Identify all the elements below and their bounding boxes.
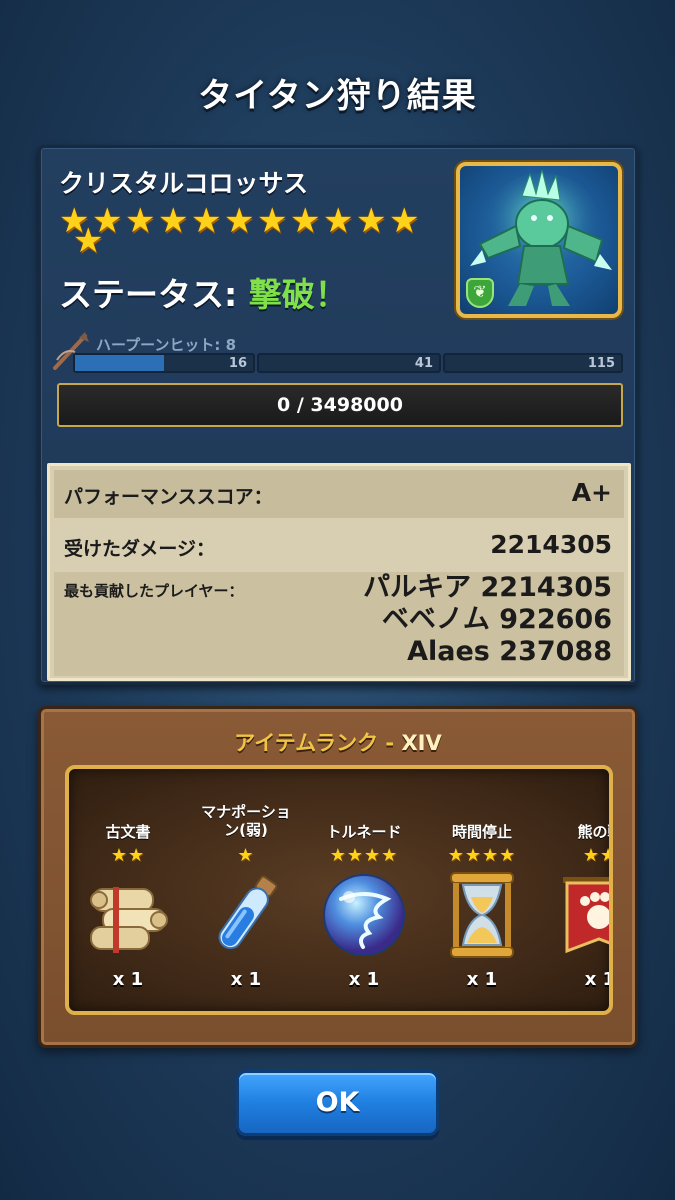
score-value: A+ bbox=[571, 478, 612, 507]
star-icon: ★ bbox=[257, 201, 288, 241]
item-stars: ★★★★ bbox=[329, 845, 399, 866]
reward-item[interactable]: 古文書 ★★ x 1 bbox=[69, 769, 187, 1011]
ok-button[interactable]: OK bbox=[236, 1070, 439, 1136]
harpoon-segment-fill bbox=[75, 355, 164, 371]
damage-value: 2214305 bbox=[490, 530, 612, 559]
titan-result-panel: クリスタルコロッサス ★ ★ ★ ★ ★ ★ ★ ★ ★ ★ ★ ★ ステータス… bbox=[38, 145, 638, 685]
harpoon-hits: ハープーンヒット: 8 bbox=[96, 336, 237, 354]
harpoon-segment: 41 bbox=[257, 353, 441, 373]
harpoon-threshold: 16 bbox=[228, 356, 247, 371]
item-stars: ★ bbox=[237, 845, 255, 866]
rewards-panel: アイテムランク - XIV 古文書 ★★ x 1 マナポーショ ン(弱) ★ x… bbox=[38, 706, 638, 1048]
titan-hp-bar: 0 / 3498000 bbox=[57, 383, 623, 427]
reward-item[interactable]: 熊の戦 ★★ x 1 bbox=[541, 769, 613, 1011]
item-quantity: x 1 bbox=[584, 969, 613, 990]
page-title: タイタン狩り結果 bbox=[198, 76, 477, 116]
item-name-line: マナポーショ bbox=[201, 803, 291, 821]
item-name: 時間停止 bbox=[451, 823, 512, 841]
score-label: パフォーマンススコア： bbox=[64, 486, 273, 508]
harpoon-segment: 16 bbox=[73, 353, 255, 373]
damage-row: 受けたダメージ： 2214305 bbox=[54, 522, 624, 570]
item-quantity: x 1 bbox=[112, 969, 144, 990]
top-players-row: 最も貢献したプレイヤー： パルキア 2214305 ベベノム 922606 Al… bbox=[54, 572, 624, 676]
item-stars: ★★★★ bbox=[447, 845, 517, 866]
item-name: マナポーショ ン(弱) bbox=[187, 803, 305, 839]
hourglass-icon bbox=[450, 872, 514, 958]
star-icon: ★ bbox=[125, 201, 156, 241]
top-players-label: 最も貢献したプレイヤー： bbox=[64, 582, 244, 600]
item-name: トルネード bbox=[326, 823, 402, 841]
top-player-entry: ベベノム 922606 bbox=[381, 604, 612, 635]
star-icon: ★ bbox=[224, 201, 255, 241]
potion-icon bbox=[218, 875, 278, 950]
item-name-line: ン(弱) bbox=[224, 821, 268, 839]
leaf-icon: ❦ bbox=[466, 278, 494, 308]
star-icon: ★ bbox=[290, 201, 321, 241]
item-stars: ★★ bbox=[110, 845, 146, 866]
item-stars: ★★ bbox=[582, 845, 609, 866]
star-icon: ★ bbox=[356, 201, 387, 241]
titan-portrait[interactable]: ❦ bbox=[456, 162, 622, 318]
titan-status: ステータス: 撃破！ bbox=[59, 268, 348, 316]
item-quantity: x 1 bbox=[348, 969, 380, 990]
status-label: ステータス: bbox=[59, 275, 238, 314]
harpoon-segment: 115 bbox=[443, 353, 623, 373]
top-players-list: パルキア 2214305 ベベノム 922606 Alaes 237088 bbox=[363, 572, 612, 668]
star-icon: ★ bbox=[323, 201, 354, 241]
tornado-orb-icon bbox=[323, 874, 405, 956]
harpoon-threshold: 115 bbox=[587, 356, 615, 371]
bear-banner-icon bbox=[563, 877, 609, 954]
damage-label: 受けたダメージ： bbox=[64, 538, 216, 560]
results-table: パフォーマンススコア： A+ 受けたダメージ： 2214305 最も貢献したプレ… bbox=[47, 463, 631, 681]
item-rank-title: アイテムランク - XIV bbox=[41, 727, 635, 757]
titan-stars: ★ ★ ★ ★ ★ ★ ★ ★ ★ ★ ★ ★ bbox=[59, 201, 420, 258]
item-rank-label: アイテムランク - bbox=[234, 731, 402, 755]
item-rank-value: XIV bbox=[401, 731, 442, 755]
star-icon: ★ bbox=[158, 201, 189, 241]
item-quantity: x 1 bbox=[230, 969, 262, 990]
top-player-entry: Alaes 237088 bbox=[407, 636, 612, 667]
reward-item[interactable]: マナポーショ ン(弱) ★ x 1 bbox=[187, 769, 305, 1011]
scroll-icon bbox=[90, 887, 168, 953]
top-player-entry: パルキア 2214305 bbox=[363, 572, 612, 603]
star-icon: ★ bbox=[389, 201, 420, 241]
item-quantity: x 1 bbox=[466, 969, 498, 990]
item-name: 熊の戦 bbox=[577, 823, 609, 841]
reward-item[interactable]: トルネード ★★★★ x 1 bbox=[305, 769, 423, 1011]
status-value: 撃破！ bbox=[248, 275, 348, 314]
star-icon: ★ bbox=[191, 201, 222, 241]
star-icon: ★ bbox=[73, 221, 104, 261]
titan-name: クリスタルコロッサス bbox=[59, 169, 309, 198]
score-row: パフォーマンススコア： A+ bbox=[54, 470, 624, 518]
reward-items-list[interactable]: 古文書 ★★ x 1 マナポーショ ン(弱) ★ x 1 トルネード ★★★★ … bbox=[65, 765, 613, 1015]
reward-item[interactable]: 時間停止 ★★★★ x 1 bbox=[423, 769, 541, 1011]
harpoon-threshold: 41 bbox=[414, 356, 433, 371]
item-name: 古文書 bbox=[105, 823, 151, 841]
